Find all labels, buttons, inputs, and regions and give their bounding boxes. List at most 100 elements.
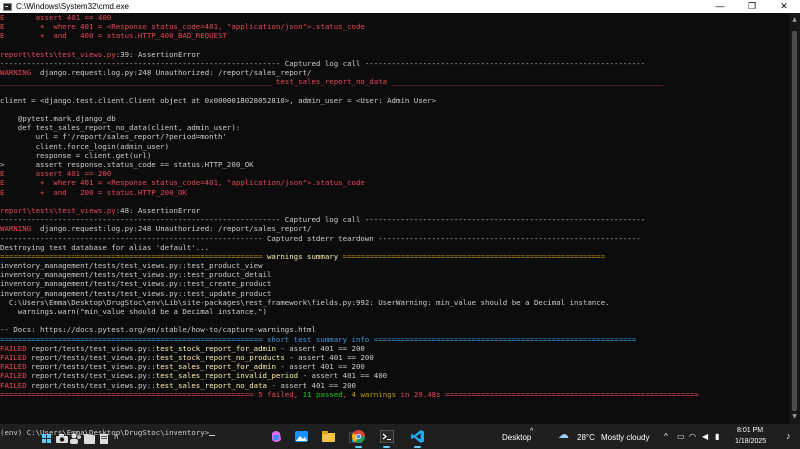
console-text: ----------------------------------------… <box>0 233 641 243</box>
chat-people-icon[interactable] <box>70 433 82 444</box>
console-text: E assert 401 == 200 <box>0 169 112 179</box>
console-line: FAILED report/tests/test_views.py::test_… <box>0 381 699 390</box>
console-text: report/tests/test_views.py:: <box>26 362 156 372</box>
console-text: report/tests/test_views.py:: <box>26 380 156 390</box>
console-line: -- Docs: https://docs.pytest.org/en/stab… <box>0 325 699 334</box>
console-line: WARNING django.request:log.py:248 Unauth… <box>0 68 699 77</box>
console-text: response = client.get(url) <box>0 150 152 160</box>
camera-icon[interactable] <box>56 434 68 443</box>
console-line: > assert response.status_code == status.… <box>0 160 699 169</box>
clock-time[interactable]: 8:01 PM <box>737 427 763 434</box>
console-text: ========================================… <box>0 251 267 261</box>
console-text: inventory_management/tests/test_views.py… <box>0 279 272 289</box>
scroll-up-icon[interactable]: ▲ <box>789 15 800 25</box>
minimize-button[interactable]: — <box>704 0 736 13</box>
console-line: @pytest.mark.django_db <box>0 114 699 123</box>
console-line: inventory_management/tests/test_views.py… <box>0 279 699 288</box>
weather-desc[interactable]: Mostly cloudy <box>601 433 649 442</box>
console-line: inventory_management/tests/test_views.py… <box>0 289 699 298</box>
clock-date[interactable]: 1/18/2025 <box>735 438 766 445</box>
chevron-up-icon[interactable]: ^ <box>530 428 533 436</box>
show-hidden-icons-icon[interactable]: ^ <box>664 433 668 441</box>
console-line: WARNING django.request:log.py:248 Unauth… <box>0 224 699 233</box>
console-text: , <box>342 389 352 399</box>
desktop-label[interactable]: Desktop <box>502 433 531 442</box>
console-text: report/tests/test_views.py:: <box>26 352 156 362</box>
console-text: - assert 401 == 200 <box>267 380 356 390</box>
console-text: - assert 401 == 200 <box>275 362 365 372</box>
cmd-taskbar-icon[interactable] <box>379 429 395 448</box>
console-line: ----------------------------------------… <box>0 215 699 224</box>
wifi-icon[interactable]: ◠ <box>689 433 696 441</box>
console-text: warnings summary <box>266 251 339 261</box>
taskbar: (env) C:\Users\Emma\Desktop\DrugStoc\inv… <box>0 424 800 449</box>
maximize-button[interactable]: ❐ <box>736 0 768 13</box>
battery-icon[interactable]: ▭ <box>677 433 685 441</box>
scrollbar-thumb[interactable] <box>792 31 797 411</box>
console-text: test_sales_report_invalid_period <box>155 371 299 381</box>
console-line: ________________________________________… <box>0 77 699 86</box>
console-line: FAILED report/tests/test_views.py::test_… <box>0 344 699 353</box>
volume-icon[interactable]: ◀ <box>702 433 708 441</box>
console-text: def test_sales_report_no_data(client, ad… <box>0 123 241 133</box>
console-text: ========================================… <box>0 389 259 399</box>
console-text: E + and 200 = status.HTTP_200_OK <box>0 187 187 197</box>
window-titlebar[interactable]: C:\Windows\System32\cmd.exe — ❐ ✕ <box>0 0 800 13</box>
console-line: FAILED report/tests/test_views.py::test_… <box>0 353 699 362</box>
console-text: ========================================… <box>0 334 267 344</box>
console-text: 11 passed <box>302 389 343 399</box>
console-text: inventory_management/tests/test_views.py… <box>0 261 263 271</box>
console-line: report\tests\test_views.py:39: Assertion… <box>0 50 699 59</box>
console-text: :48: AssertionError <box>115 205 201 215</box>
console-line: inventory_management/tests/test_views.py… <box>0 261 699 270</box>
console-text: test_stock_report_no_products <box>155 352 285 362</box>
console-text: - assert 401 == 200 <box>275 343 365 353</box>
console-text: -- Docs: https://docs.pytest.org/en/stab… <box>0 325 316 335</box>
console-text: FAILED <box>0 352 27 362</box>
scroll-down-icon[interactable]: ▼ <box>789 412 800 422</box>
copilot-icon[interactable] <box>270 430 283 443</box>
console-line: FAILED report/tests/test_views.py::test_… <box>0 362 699 371</box>
photos-icon[interactable] <box>295 430 308 443</box>
notification-bell-icon[interactable]: ♪ <box>786 432 791 441</box>
console-text: 4 warnings <box>351 389 397 399</box>
console-text: Destroying test database for alias 'defa… <box>0 242 210 252</box>
console-text: , <box>293 389 303 399</box>
console-line: inventory_management/tests/test_views.py… <box>0 270 699 279</box>
console-text: short test summary info <box>266 334 370 344</box>
vscode-icon[interactable] <box>411 430 424 448</box>
console-text: ----------------------------------------… <box>0 215 646 225</box>
power-icon[interactable]: ▮ <box>715 433 719 441</box>
console-text: client.force_login(admin_user) <box>0 141 170 151</box>
chrome-icon[interactable] <box>352 430 365 448</box>
console-text: > assert response.status_code == status.… <box>0 160 254 169</box>
console-text: inventory_management/tests/test_views.py… <box>0 288 272 298</box>
console-text: FAILED <box>0 343 27 353</box>
console-text: django.request:log.py:248 Unauthorized: … <box>35 68 312 78</box>
console-text: - assert 401 == 200 <box>284 352 374 362</box>
console-text: django.request:log.py:248 Unauthorized: … <box>35 224 312 234</box>
taskbar-start-icon[interactable] <box>42 434 51 443</box>
console-line: url = f'/report/sales_report/?period=mon… <box>0 132 699 141</box>
console-text: ========================================… <box>338 251 606 261</box>
console-line: client.force_login(admin_user) <box>0 142 699 151</box>
console-text: @pytest.mark.django_db <box>0 114 116 124</box>
console-text: report/tests/test_views.py:: <box>26 371 156 381</box>
file-explorer-icon[interactable] <box>322 430 335 443</box>
console-text: C:\Users\Emma\Desktop\DrugStoc\env\Lib\s… <box>0 297 610 307</box>
folder-icon[interactable] <box>84 434 95 444</box>
console-text: E + where 401 = <Response status_code=40… <box>0 178 365 188</box>
weather-temp[interactable]: 28°C <box>577 433 595 442</box>
console-line: E + where 401 = <Response status_code=40… <box>0 178 699 187</box>
document-icon[interactable] <box>99 434 109 444</box>
weather-cloud-icon: ☁ <box>558 429 569 441</box>
console-line: report\tests\test_views.py:48: Assertion… <box>0 206 699 215</box>
console-text: warnings.warn("min_value should be a Dec… <box>0 307 267 316</box>
console-scrollbar[interactable]: ▲ ▼ <box>789 13 800 424</box>
close-button[interactable]: ✕ <box>768 0 800 13</box>
console-output[interactable]: E assert 401 == 400 E + where 401 = <Resp… <box>0 13 789 424</box>
taskbar-search-fragment[interactable]: h <box>114 432 118 441</box>
console-lines: E assert 401 == 400 E + where 401 = <Resp… <box>0 13 699 408</box>
